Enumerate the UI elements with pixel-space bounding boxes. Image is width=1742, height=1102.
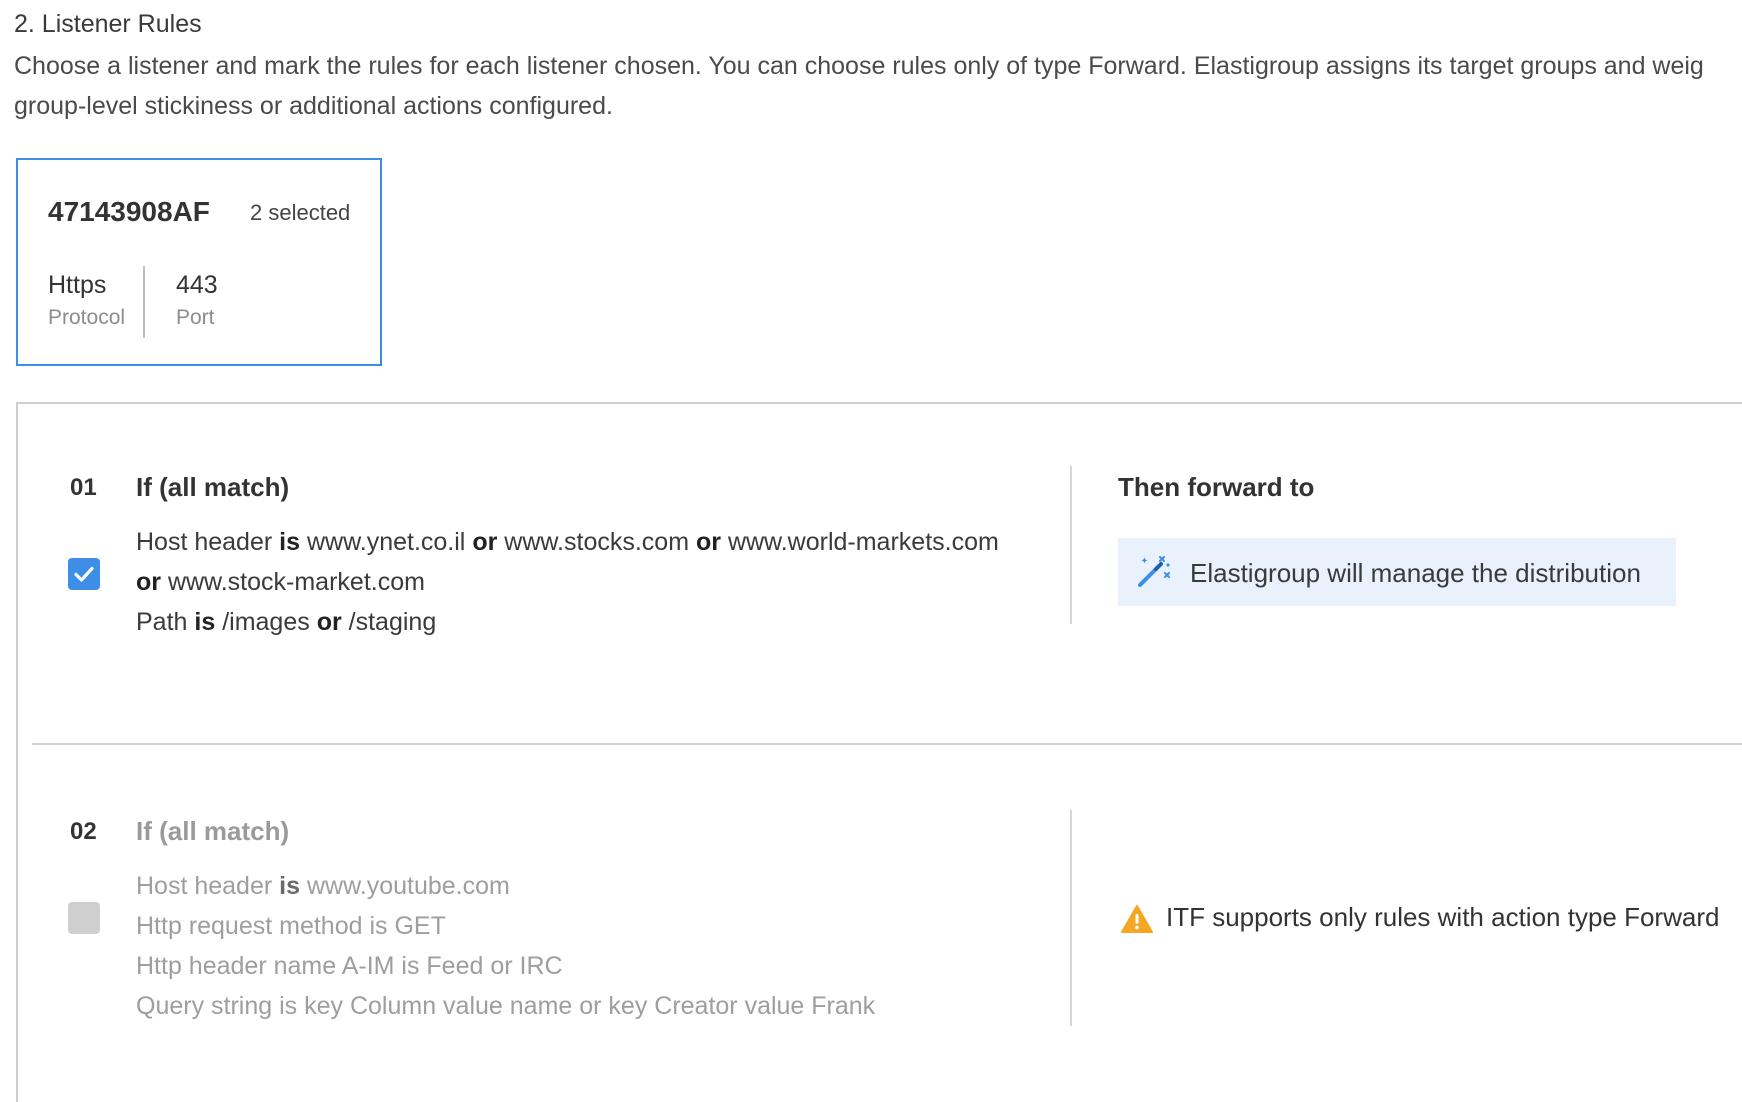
condition-operator: or xyxy=(136,568,161,596)
rule-number: 02 xyxy=(70,818,97,845)
check-icon xyxy=(74,566,94,582)
protocol-value: Https xyxy=(48,271,107,299)
condition-line: Http header name A-IM is Feed or IRC xyxy=(136,952,563,980)
listener-id: 47143908AF xyxy=(48,196,210,227)
condition-value: www.world-markets.com xyxy=(727,528,999,556)
port-value: 443 xyxy=(176,271,218,299)
listener-meta-divider xyxy=(143,266,145,338)
condition-operator: or xyxy=(472,528,498,556)
rule-02-checkbox xyxy=(68,902,100,934)
rule-01-column-divider xyxy=(1070,466,1072,624)
condition-operator: is xyxy=(194,608,216,636)
rule-01-conditions: Host header is www.ynet.co.il or www.sto… xyxy=(136,522,999,642)
condition-value: www.stocks.com xyxy=(504,528,690,556)
condition-operator: is xyxy=(279,528,301,556)
distribution-info: Elastigroup will manage the distribution xyxy=(1118,538,1676,606)
condition-operator: is xyxy=(279,872,301,900)
condition-field: Host header xyxy=(136,528,273,556)
rule-01-checkbox[interactable] xyxy=(68,558,100,590)
rule-number: 01 xyxy=(70,474,97,501)
condition-operator: or xyxy=(695,528,721,556)
listener-port: 443 Port xyxy=(176,270,218,330)
section-description: Choose a listener and mark the rules for… xyxy=(14,46,1742,126)
condition-line: Host header is www.youtube.com xyxy=(136,866,875,906)
condition-value: www.youtube.com xyxy=(306,872,510,900)
listener-selected-count: 2 selected xyxy=(250,200,351,225)
rule-separator xyxy=(32,743,1742,745)
listener-card[interactable]: 47143908AF 2 selected Https Protocol 443… xyxy=(16,158,382,366)
condition-value: /images xyxy=(222,608,310,636)
warning-triangle-icon xyxy=(1120,904,1154,939)
condition-line: Path is /images or /staging xyxy=(136,602,999,642)
condition-line: Query string is key Column value name or… xyxy=(136,992,876,1020)
section-description-line-1: Choose a listener and mark the rules for… xyxy=(14,52,1704,80)
condition-value: www.stock-market.com xyxy=(167,568,425,596)
magic-wand-icon xyxy=(1136,555,1172,594)
listener-protocol: Https Protocol xyxy=(48,270,125,330)
warning-text: ITF supports only rules with action type… xyxy=(1166,902,1720,932)
rule-02-conditions: Host header is www.youtube.com Http requ… xyxy=(136,866,875,1026)
then-forward-heading: Then forward to xyxy=(1118,472,1315,502)
section-description-line-2: group-level stickiness or additional act… xyxy=(14,92,613,120)
condition-value: www.ynet.co.il xyxy=(306,528,466,556)
condition-line: or www.stock-market.com xyxy=(136,562,999,602)
rule-02-column-divider xyxy=(1070,810,1072,1026)
condition-field: Path xyxy=(136,608,188,636)
protocol-label: Protocol xyxy=(48,306,126,329)
condition-field: Host header xyxy=(136,872,273,900)
port-label: Port xyxy=(176,306,215,329)
section-title: 2. Listener Rules xyxy=(14,10,202,38)
rule-heading: If (all match) xyxy=(136,472,290,502)
distribution-text: Elastigroup will manage the distribution xyxy=(1190,558,1641,588)
condition-line: Host header is www.ynet.co.il or www.sto… xyxy=(136,522,999,562)
condition-operator: or xyxy=(316,608,342,636)
rule-heading: If (all match) xyxy=(136,816,290,846)
condition-line: Http request method is GET xyxy=(136,912,446,940)
condition-value: /staging xyxy=(348,608,437,636)
